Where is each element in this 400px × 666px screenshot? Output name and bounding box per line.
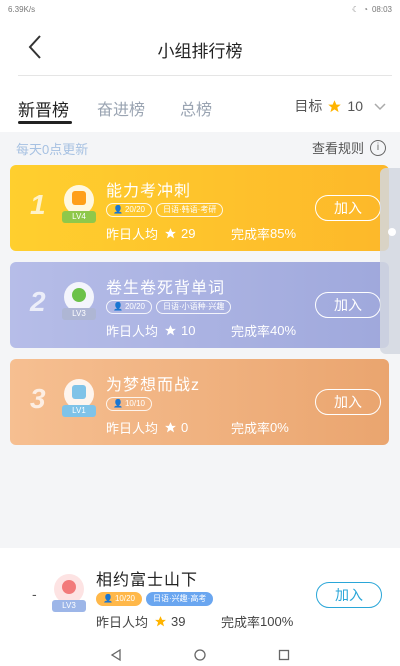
rank-number: 2 (30, 286, 46, 317)
rules-label: 查看规则 (311, 141, 364, 156)
star-icon (165, 228, 176, 239)
star-icon (155, 616, 166, 627)
group-stats: 昨日人均 10 完成率 40% (106, 323, 297, 339)
alarm-clock-icon (62, 580, 76, 594)
plant-icon (72, 288, 86, 302)
goal-selector[interactable]: 目标 10 (294, 96, 386, 116)
notice-row: 每天0点更新 查看规则 i (0, 132, 400, 162)
floating-side-panel[interactable] (380, 168, 400, 354)
tag-row: 👤 20/20 日语·韩语·考研 (106, 203, 224, 217)
category-tag: 日语·小语种·兴趣 (156, 300, 232, 314)
page-title: 小组排行榜 (157, 42, 243, 61)
view-rules-link[interactable]: 查看规则 i (312, 138, 386, 157)
tag-row: 👤 10/20 日语·兴趣·高考 (96, 592, 214, 606)
avg-value: 0 (181, 420, 189, 435)
join-button[interactable]: 加入 (315, 195, 381, 221)
rank-number: 1 (30, 189, 46, 220)
group-name: 卷生卷死背单词 (106, 280, 226, 297)
user-icon: 👤 (103, 594, 113, 603)
group-stats: 昨日人均 29 完成率 85% (106, 226, 297, 242)
user-icon: 👤 (113, 302, 123, 311)
member-count-tag: 👤 10/10 (106, 397, 152, 411)
moon-icon: ☾ (351, 4, 360, 14)
tab-total-rank[interactable]: 总榜 (180, 96, 212, 120)
nav-recent-icon[interactable] (277, 648, 291, 662)
avg-value: 10 (181, 323, 196, 338)
completion-rate: 85% (270, 226, 297, 241)
my-group-card[interactable]: - LV3 相约富士山下 👤 10/20 日语·兴趣·高考 昨日人均 39 完成率… (0, 548, 400, 643)
clock-time: 08:03 (371, 4, 392, 14)
header: 小组排行榜 (0, 18, 400, 76)
nav-home-icon[interactable] (193, 648, 207, 662)
group-stats: 昨日人均 39 完成率 100% (96, 614, 294, 630)
member-count-tag: 👤 20/20 (106, 203, 152, 217)
goal-value: 10 (347, 98, 363, 114)
group-avatar: LV4 (62, 185, 96, 223)
member-count-tag: 👤 20/20 (106, 300, 152, 314)
avg-value: 29 (181, 226, 196, 241)
join-button[interactable]: 加入 (315, 389, 381, 415)
active-tab-indicator (18, 121, 72, 124)
star-icon (328, 99, 342, 112)
nav-back-icon[interactable] (109, 648, 123, 662)
tab-progress-rank[interactable]: 奋进榜 (97, 96, 145, 120)
tab-new-rank[interactable]: 新晋榜 (18, 96, 69, 121)
member-count-tag: 👤 10/20 (96, 592, 142, 606)
category-tag: 日语·韩语·考研 (156, 203, 224, 217)
update-time-text: 每天0点更新 (16, 142, 89, 157)
group-avatar: LV1 (62, 379, 96, 417)
book-icon (72, 191, 86, 205)
join-button[interactable]: 加入 (315, 292, 381, 318)
status-bar: 6.39K/s ☾ ◔ 08:03 (0, 0, 400, 18)
level-badge: LV3 (52, 600, 86, 612)
star-icon (165, 325, 176, 336)
level-badge: LV3 (62, 308, 96, 320)
info-icon: i (370, 139, 386, 156)
group-avatar: LV3 (62, 282, 96, 320)
group-card-rank-2[interactable]: 2 LV3 卷生卷死背单词 👤 20/20 日语·小语种·兴趣 昨日人均 10 完… (10, 262, 389, 348)
level-badge: LV1 (62, 405, 96, 417)
user-icon: 👤 (113, 399, 123, 408)
calendar-icon (72, 385, 86, 399)
chevron-down-icon (374, 103, 386, 111)
tag-row: 👤 10/10 (106, 397, 152, 411)
join-button[interactable]: 加入 (316, 582, 382, 608)
rank-number: - (32, 586, 37, 602)
group-stats: 昨日人均 0 完成率 0% (106, 420, 289, 436)
star-icon (165, 422, 176, 433)
group-card-rank-1[interactable]: 1 LV4 能力考冲刺 👤 20/20 日语·韩语·考研 昨日人均 29 完成率 8… (10, 165, 389, 251)
group-card-rank-3[interactable]: 3 LV1 为梦想而战z 👤 10/10 昨日人均 0 完成率 0% 加入 (10, 359, 389, 445)
group-name: 为梦想而战z (106, 377, 201, 394)
goal-label: 目标 (294, 98, 323, 114)
avg-value: 39 (171, 614, 186, 629)
user-icon: 👤 (113, 205, 123, 214)
system-nav-bar (0, 643, 400, 666)
group-name: 相约富士山下 (96, 572, 199, 589)
group-name: 能力考冲刺 (106, 183, 192, 200)
completion-rate: 100% (260, 614, 294, 629)
rank-number: 3 (30, 383, 46, 414)
network-speed: 6.39K/s (8, 4, 36, 14)
tab-bar: 新晋榜 奋进榜 总榜 目标 10 (0, 76, 400, 132)
tag-row: 👤 20/20 日语·小语种·兴趣 (106, 300, 232, 314)
wifi-icon: ◔ (363, 4, 368, 14)
completion-rate: 40% (270, 323, 297, 338)
category-tag: 日语·兴趣·高考 (146, 592, 214, 606)
completion-rate: 0% (270, 420, 289, 435)
group-avatar: LV3 (52, 574, 86, 612)
drag-handle[interactable] (388, 228, 396, 236)
level-badge: LV4 (62, 211, 96, 223)
